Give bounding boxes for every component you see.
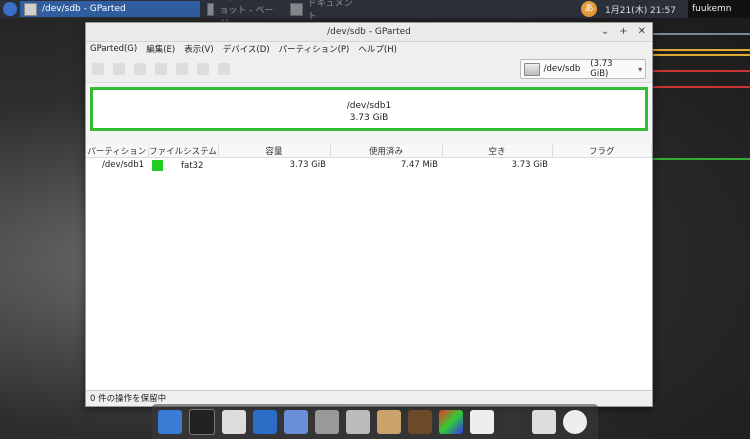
- window-icon: [207, 2, 215, 16]
- partition-list-empty-area[interactable]: [86, 172, 652, 404]
- device-size: (3.73 GiB): [590, 59, 613, 79]
- menu-gparted[interactable]: GParted(G): [90, 44, 137, 54]
- delete-icon[interactable]: [113, 63, 125, 75]
- column-header-free[interactable]: 空き: [442, 145, 553, 158]
- paste-icon[interactable]: [176, 63, 188, 75]
- undo-icon[interactable]: [197, 63, 209, 75]
- cell-filesystem-wrap: fat32: [148, 158, 218, 173]
- partition-table: パーティション ファイルシステム 容量 使用済み 空き フラグ /dev/sdb…: [86, 145, 652, 172]
- minimize-button[interactable]: ⌄: [601, 23, 609, 41]
- app-menu-icon[interactable]: [3, 2, 17, 16]
- taskbar-item-2[interactable]: ドキュメント: [286, 0, 366, 22]
- chevron-down-icon: ▾: [638, 64, 643, 74]
- font-icon[interactable]: [470, 409, 494, 434]
- clock[interactable]: 1月21(木) 21:57: [605, 3, 676, 16]
- column-header-partition[interactable]: パーティション: [86, 145, 149, 158]
- disk-icon[interactable]: [501, 409, 525, 434]
- partition-visual[interactable]: /dev/sdb1 3.73 GiB: [90, 87, 648, 131]
- cell-filesystem: fat32: [181, 160, 204, 171]
- system-monitor: [652, 22, 750, 302]
- package-icon[interactable]: [377, 409, 401, 434]
- menu-device[interactable]: デバイス(D): [223, 43, 270, 55]
- window-title: /dev/sdb - GParted: [327, 27, 411, 37]
- toolbar: /dev/sdb (3.73 GiB) ▾: [86, 56, 652, 83]
- file-manager-icon[interactable]: [158, 409, 182, 434]
- resize-icon[interactable]: [134, 63, 146, 75]
- visual-partition-size: 3.73 GiB: [349, 113, 389, 123]
- gparted-window: /dev/sdb - GParted ⌄ + ✕ GParted(G) 編集(E…: [85, 22, 653, 407]
- window-titlebar[interactable]: /dev/sdb - GParted ⌄ + ✕: [86, 23, 652, 42]
- input-method-icon[interactable]: あ: [581, 1, 597, 17]
- taskbar-item-gparted[interactable]: /dev/sdb - GParted: [20, 1, 200, 17]
- cell-free: 3.73 GiB: [511, 160, 548, 170]
- column-header-flags[interactable]: フラグ: [552, 145, 652, 158]
- menu-bar: GParted(G) 編集(E) 表示(V) デバイス(D) パーティション(P…: [86, 42, 652, 56]
- top-panel: /dev/sdb - GParted スクリーンショット - ページ ドキュメン…: [0, 0, 750, 29]
- cell-partition: /dev/sdb1: [101, 160, 144, 170]
- settings-icon[interactable]: [253, 409, 277, 434]
- menu-edit[interactable]: 編集(E): [146, 43, 175, 55]
- close-button[interactable]: ✕: [638, 23, 646, 41]
- restart-icon[interactable]: [563, 409, 587, 434]
- menu-view[interactable]: 表示(V): [184, 43, 213, 55]
- device-selector[interactable]: /dev/sdb (3.73 GiB) ▾: [520, 59, 646, 79]
- window-icon: [290, 2, 303, 16]
- column-header-used[interactable]: 使用済み: [330, 145, 443, 158]
- menu-partition[interactable]: パーティション(P): [279, 43, 350, 55]
- table-row[interactable]: /dev/sdb1 fat32 3.73 GiB 7.47 MiB 3.73 G…: [86, 158, 652, 173]
- paint-icon[interactable]: [439, 409, 463, 434]
- device-name: /dev/sdb: [543, 64, 581, 74]
- user-menu[interactable]: fuukemn: [688, 0, 750, 18]
- taskbar-item-label: ドキュメント: [307, 0, 353, 22]
- taskbar-item-label: /dev/sdb - GParted: [42, 4, 126, 14]
- drive-icon: [524, 62, 540, 76]
- cell-used: 7.47 MiB: [400, 160, 438, 170]
- dock: [152, 404, 598, 439]
- search-icon[interactable]: [346, 409, 370, 434]
- visual-partition-name: /dev/sdb1: [346, 101, 392, 111]
- menu-help[interactable]: ヘルプ(H): [358, 43, 397, 55]
- media-icon[interactable]: [408, 409, 432, 434]
- image-viewer-icon[interactable]: [284, 409, 308, 434]
- apply-icon[interactable]: [218, 63, 230, 75]
- archive-icon[interactable]: [315, 409, 339, 434]
- column-header-size[interactable]: 容量: [218, 145, 331, 158]
- text-editor-icon[interactable]: [222, 409, 246, 434]
- cell-flags: [552, 158, 652, 173]
- new-partition-icon[interactable]: [92, 63, 104, 75]
- column-header-filesystem[interactable]: ファイルシステム: [148, 145, 219, 158]
- copy-icon[interactable]: [155, 63, 167, 75]
- taskbar-item-1[interactable]: スクリーンショット - ページ: [203, 0, 283, 29]
- fat32-color-swatch: [152, 159, 163, 171]
- maximize-button[interactable]: +: [619, 23, 627, 41]
- trash-icon[interactable]: [532, 409, 556, 434]
- cell-size: 3.73 GiB: [289, 160, 326, 170]
- terminal-icon[interactable]: [189, 408, 215, 435]
- gparted-icon: [24, 2, 37, 16]
